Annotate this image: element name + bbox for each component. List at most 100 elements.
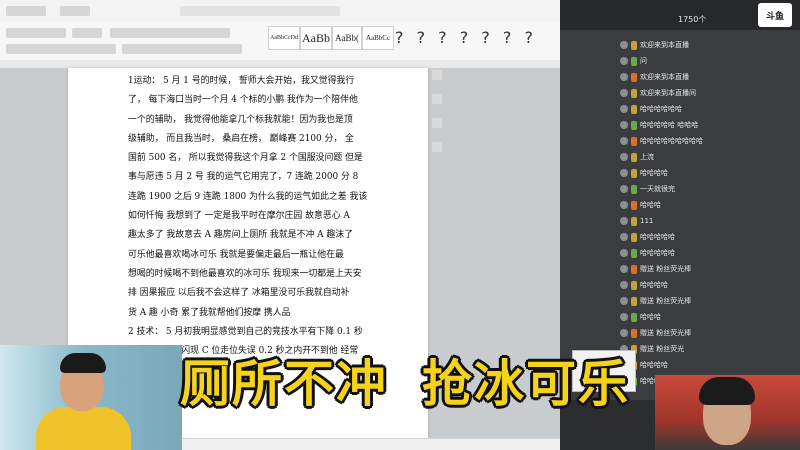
chat-message: 赠送 粉丝荧光棒 bbox=[620, 264, 691, 274]
chat-message: 哈哈哈 bbox=[620, 200, 661, 210]
user-avatar-icon bbox=[620, 329, 628, 337]
doc-line: 可乐他最喜欢喝冰可乐 我就是要偏走最后一瓶让他在最 bbox=[128, 249, 344, 260]
tool-icon[interactable] bbox=[432, 70, 442, 80]
fan-badge-icon bbox=[631, 104, 637, 114]
tool-icon[interactable] bbox=[432, 118, 442, 128]
chat-message: 哈哈哈哈哈 bbox=[620, 232, 675, 242]
fan-badge-icon bbox=[631, 120, 637, 130]
chat-message-text: 问 bbox=[640, 57, 647, 65]
caption-part1: 厕所不冲 bbox=[180, 355, 388, 413]
fan-badge-icon bbox=[631, 280, 637, 290]
doc-line: 货 A 趣 小奇 累了我就帮他们按摩 携人品 bbox=[128, 307, 291, 318]
chat-message: 欢迎来到本直播间 bbox=[620, 88, 696, 98]
chat-message: 哈哈哈哈 bbox=[620, 280, 668, 290]
chat-message: 哈哈哈哈哈 哈哈哈 bbox=[620, 120, 698, 130]
style-normal[interactable]: AaBbCcDd bbox=[268, 26, 300, 50]
title-tab[interactable] bbox=[6, 6, 46, 16]
fan-badge-icon bbox=[631, 200, 637, 210]
fan-badge-icon bbox=[631, 152, 637, 162]
person-hair bbox=[60, 353, 106, 373]
user-avatar-icon bbox=[620, 41, 628, 49]
fan-badge-icon bbox=[631, 136, 637, 146]
user-avatar-icon bbox=[620, 105, 628, 113]
chat-message: 上流 bbox=[620, 152, 654, 162]
fan-badge-icon bbox=[631, 40, 637, 50]
alignment-buttons[interactable] bbox=[122, 44, 242, 54]
chat-message-text: 哈哈哈哈哈 bbox=[640, 249, 675, 257]
user-avatar-icon bbox=[620, 217, 628, 225]
chat-message: 欢迎来到本直播 bbox=[620, 72, 689, 82]
fan-badge-icon bbox=[631, 168, 637, 178]
user-avatar-icon bbox=[620, 169, 628, 177]
chat-message: 哈哈哈哈哈哈 bbox=[620, 104, 682, 114]
user-avatar-icon bbox=[620, 201, 628, 209]
user-avatar-icon bbox=[620, 313, 628, 321]
title-tab[interactable] bbox=[60, 6, 90, 16]
chat-message: 哈哈哈 bbox=[620, 312, 661, 322]
font-size-selector[interactable] bbox=[72, 28, 102, 38]
chat-message-text: 欢迎来到本直播 bbox=[640, 73, 689, 81]
user-avatar-icon bbox=[620, 57, 628, 65]
chat-message-text: 哈哈哈哈哈 哈哈哈 bbox=[640, 121, 699, 129]
fan-badge-icon bbox=[631, 264, 637, 274]
chat-message-text: 赠送 粉丝荧光棒 bbox=[640, 329, 692, 337]
chat-message: 哈哈哈哈哈 bbox=[620, 248, 675, 258]
fan-badge-icon bbox=[631, 232, 637, 242]
person-hair bbox=[699, 377, 755, 405]
style-heading3[interactable]: AaBbCc bbox=[362, 26, 394, 50]
chat-message: 哈哈哈哈哈哈哈哈哈 bbox=[620, 136, 703, 146]
chat-message-text: 哈哈哈哈哈哈哈哈哈 bbox=[640, 137, 703, 145]
fan-badge-icon bbox=[631, 328, 637, 338]
chat-message-text: 欢迎来到本直播间 bbox=[640, 89, 696, 97]
editor-titlebar bbox=[0, 0, 560, 23]
chat-message-text: 欢迎来到本直播 bbox=[640, 41, 689, 49]
tool-icon[interactable] bbox=[432, 94, 442, 104]
chat-message: 111 bbox=[620, 216, 653, 226]
style-heading2[interactable]: AaBb( bbox=[332, 26, 362, 50]
chat-message-text: 一天就很完 bbox=[640, 185, 675, 193]
question-marks-overlay: ? ? ? ? ? ? ? bbox=[395, 28, 537, 47]
style-heading1[interactable]: AaBb bbox=[300, 26, 332, 50]
chat-message-text: 哈哈哈 bbox=[640, 201, 661, 209]
format-buttons[interactable] bbox=[110, 28, 230, 38]
font-selector[interactable] bbox=[6, 28, 66, 38]
user-avatar-icon bbox=[620, 185, 628, 193]
doc-line: 1运动： 5 月 1 号的时候， 誓师大会开始，我又觉得我行 bbox=[128, 76, 355, 86]
tool-icon[interactable] bbox=[432, 142, 442, 152]
chat-message-text: 111 bbox=[640, 217, 654, 225]
paragraph-buttons[interactable] bbox=[6, 44, 116, 54]
chat-message: 赠送 粉丝荧光棒 bbox=[620, 296, 691, 306]
doc-line: 趣太多了 我故意去 A 趣房间上厕所 我就是不冲 A 趣沫了 bbox=[128, 230, 353, 241]
chat-header: 1750个 斗鱼 bbox=[560, 0, 800, 30]
user-avatar-icon bbox=[620, 297, 628, 305]
chat-message: 赠送 粉丝荧光棒 bbox=[620, 328, 691, 338]
fan-badge-icon bbox=[631, 312, 637, 322]
chat-message-text: 赠送 粉丝荧光棒 bbox=[640, 297, 692, 305]
right-webcam bbox=[655, 375, 800, 450]
caption-part2: 抢冰可乐 bbox=[422, 355, 630, 413]
caption-overlay: 厕所不冲 抢冰可乐 bbox=[180, 352, 630, 416]
chat-message-text: 哈哈哈哈哈 bbox=[640, 233, 675, 241]
doc-line: 如何忏悔 我想到了 一定是我平时在摩尔庄园 故意恶心 A bbox=[128, 211, 350, 222]
doc-line: 2 技术： 5 月初我明显感觉到自己的竞技水平有下降 0.1 秒 bbox=[128, 326, 363, 337]
user-avatar-icon bbox=[620, 137, 628, 145]
doc-line: 级辅助， 而且我当时， 桑启在榜， 巅峰赛 2100 分， 全 bbox=[128, 133, 354, 144]
fan-badge-icon bbox=[631, 56, 637, 66]
fan-badge-icon bbox=[631, 248, 637, 258]
chat-message-text: 哈哈哈哈 bbox=[640, 281, 668, 289]
chat-message: 哈哈哈哈 bbox=[620, 168, 668, 178]
doc-line: 国前 500 名， 所以我觉得我这个月拿 2 个国服没问题 但是 bbox=[128, 153, 363, 164]
doc-line: 连跪 1900 之后 9 连跪 1800 为什么我的运气如此之差 我该 bbox=[128, 191, 368, 202]
doc-line: 了， 每下海口当时一个月 4 个标的小鹏 我作为一个陪伴他 bbox=[128, 95, 358, 106]
chat-message-text: 哈哈哈 bbox=[640, 313, 661, 321]
chat-message-text: 上流 bbox=[640, 153, 654, 161]
user-avatar-icon bbox=[620, 281, 628, 289]
user-avatar-icon bbox=[620, 249, 628, 257]
doc-line: 想喝的时候喝不到他最喜欢的冰可乐 我现来一切都是上天安 bbox=[128, 268, 362, 279]
chat-message: 欢迎来到本直播 bbox=[620, 40, 689, 50]
menu-tabs[interactable] bbox=[180, 6, 340, 16]
chat-message-text: 哈哈哈哈 bbox=[640, 361, 668, 369]
user-avatar-icon bbox=[620, 265, 628, 273]
user-avatar-icon bbox=[620, 233, 628, 241]
fan-badge-icon bbox=[631, 88, 637, 98]
